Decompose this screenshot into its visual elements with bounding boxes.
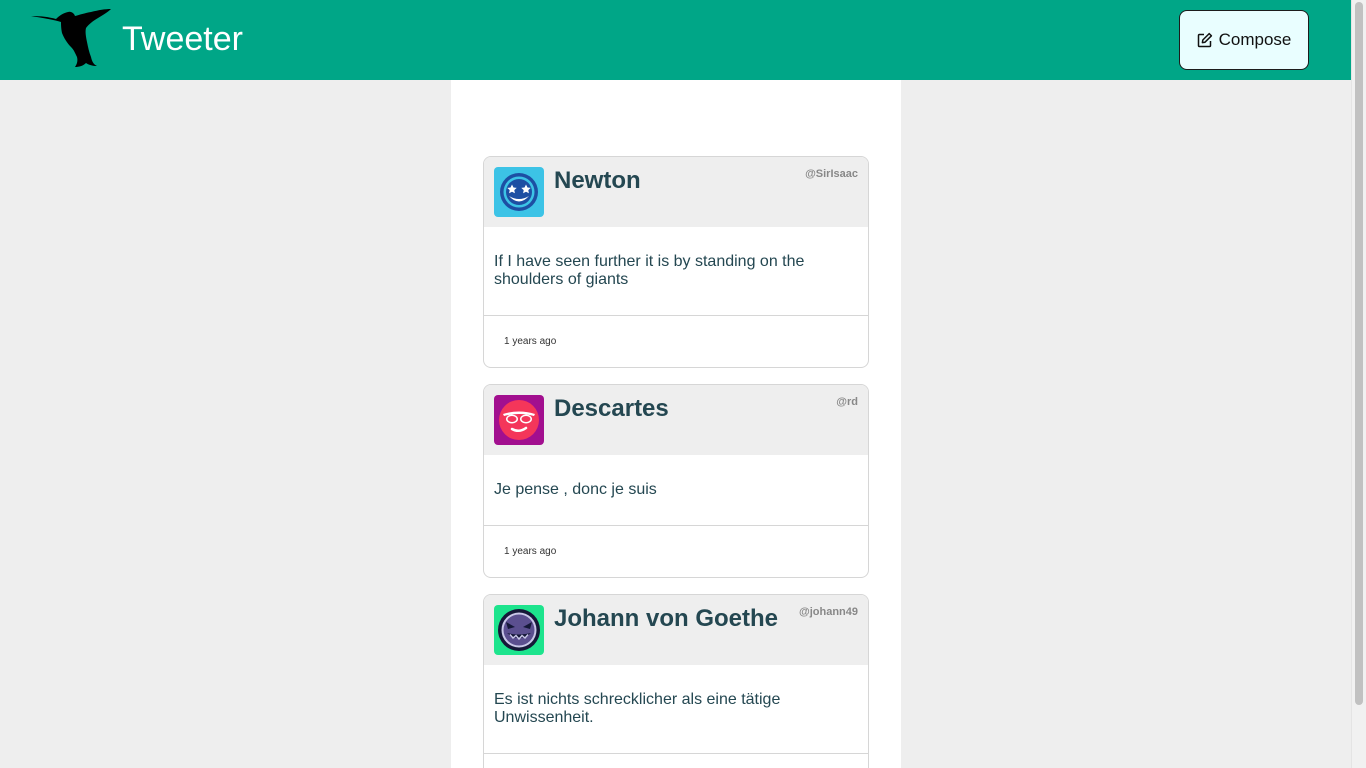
tweet-footer [484, 754, 868, 768]
tweet-card: Newton @SirIsaac If I have seen further … [483, 156, 869, 368]
tweet-handle[interactable]: @johann49 [799, 606, 858, 618]
brand-title: Tweeter [122, 20, 243, 58]
tweet-timestamp: 1 years ago [504, 546, 557, 557]
tweet-header: Johann von Goethe @johann49 [484, 595, 868, 665]
star-eyes-smiley-icon [494, 167, 544, 217]
tweet-handle[interactable]: @rd [836, 396, 858, 408]
tweet-author-name[interactable]: Newton [554, 167, 641, 195]
top-nav: Tweeter Compose [0, 0, 1351, 80]
tweet-card: Descartes @rd Je pense , donc je suis 1 … [483, 384, 869, 578]
avatar [494, 167, 544, 217]
tweet-header: Newton @SirIsaac [484, 157, 868, 227]
hummingbird-logo-icon [31, 9, 111, 67]
tweet-text: If I have seen further it is by standing… [484, 227, 868, 316]
page-scrollbar[interactable] [1351, 0, 1366, 768]
tweet-card: Johann von Goethe @johann49 Es ist nicht… [483, 594, 869, 768]
tweet-header: Descartes @rd [484, 385, 868, 455]
tweet-timestamp: 1 years ago [504, 336, 557, 347]
tweet-text: Je pense , donc je suis [484, 455, 868, 526]
tweet-footer: 1 years ago [484, 526, 868, 577]
edit-icon [1197, 32, 1212, 48]
avatar [494, 605, 544, 655]
tweet-text: Es ist nichts schrecklicher als eine tät… [484, 665, 868, 754]
tweet-author-name[interactable]: Johann von Goethe [554, 605, 778, 633]
tweet-feed: Newton @SirIsaac If I have seen further … [451, 80, 901, 768]
tweet-footer: 1 years ago [484, 316, 868, 367]
scrollbar-thumb[interactable] [1355, 2, 1363, 705]
tweet-author-name[interactable]: Descartes [554, 395, 669, 423]
tweet-handle[interactable]: @SirIsaac [805, 168, 858, 180]
sunglasses-face-icon [494, 395, 544, 445]
compose-button[interactable]: Compose [1179, 10, 1309, 70]
compose-label: Compose [1218, 30, 1292, 49]
grinning-devil-face-icon [494, 605, 544, 655]
avatar [494, 395, 544, 445]
app: Tweeter Compose Newton @SirIsaac If I ha… [0, 0, 1366, 768]
